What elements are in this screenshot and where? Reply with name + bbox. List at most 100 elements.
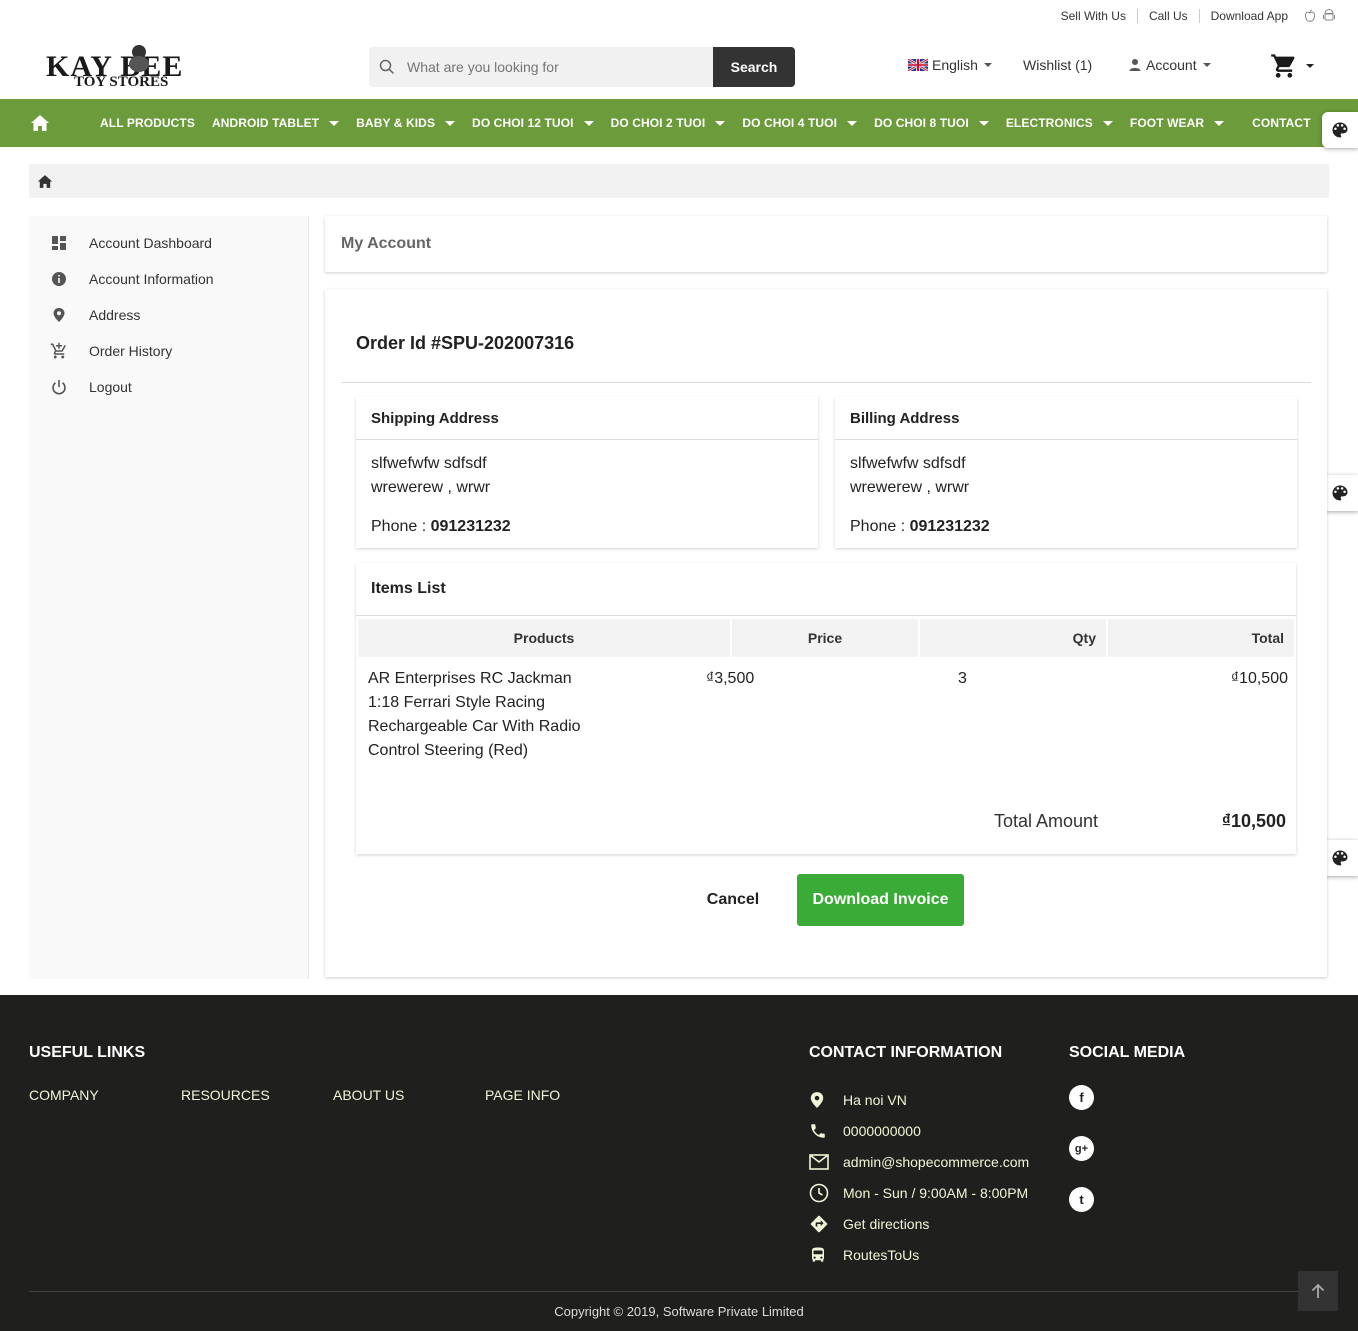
palette-icon xyxy=(1332,485,1348,501)
breadcrumb xyxy=(29,164,1329,198)
search-icon xyxy=(379,59,395,75)
language-selector[interactable]: English xyxy=(908,57,992,73)
nav-item-contact[interactable]: CONTACT xyxy=(1252,116,1310,130)
theme-palette-button[interactable] xyxy=(1322,112,1358,148)
column-header-price: Price xyxy=(732,619,918,657)
facebook-icon[interactable]: f xyxy=(1069,1085,1094,1110)
product-name[interactable]: AR Enterprises RC Jackman 1:18 Ferrari S… xyxy=(368,667,588,763)
nav-item-do-choi-8-tuoi[interactable]: DO CHOI 8 TUOI xyxy=(874,116,989,130)
nav-menu: ALL PRODUCTS ANDROID TABLET BABY & KIDS … xyxy=(100,116,1328,130)
order-id-heading: Order Id #SPU-202007316 xyxy=(356,333,575,353)
sidebar-item-logout[interactable]: Logout xyxy=(29,369,308,405)
nav-item-all-products[interactable]: ALL PRODUCTS xyxy=(100,116,195,130)
download-app-link[interactable]: Download App xyxy=(1198,9,1299,23)
items-list-card: Items List Products Price Qty Total AR E… xyxy=(356,563,1296,854)
theme-palette-button[interactable] xyxy=(1322,840,1358,876)
wishlist-label: Wishlist (1) xyxy=(1023,57,1093,73)
uk-flag-icon xyxy=(908,59,928,71)
nav-item-do-choi-4-tuoi[interactable]: DO CHOI 4 TUOI xyxy=(742,116,858,130)
apple-icon[interactable] xyxy=(1303,9,1317,23)
chevron-down-icon xyxy=(583,120,594,126)
android-icon[interactable] xyxy=(1322,9,1336,23)
sidebar-item-account-information[interactable]: Account Information xyxy=(29,261,308,297)
main-nav: ALL PRODUCTS ANDROID TABLET BABY & KIDS … xyxy=(0,99,1358,147)
contact-phone[interactable]: 0000000000 xyxy=(809,1115,1029,1146)
call-us-link[interactable]: Call Us xyxy=(1136,9,1199,23)
info-icon xyxy=(52,272,66,286)
shipping-address-line: wrewerew , wrwr xyxy=(371,479,491,496)
app-icons xyxy=(1303,9,1336,23)
total-amount-label: Total Amount xyxy=(993,811,1098,831)
download-invoice-button[interactable]: Download Invoice xyxy=(797,874,964,926)
billing-phone: Phone : 091231232 xyxy=(850,518,990,535)
footer-link-page-info[interactable]: PAGE INFO xyxy=(485,1087,637,1103)
language-label: English xyxy=(932,57,978,73)
useful-links: COMPANY RESOURCES ABOUT US PAGE INFO xyxy=(29,1087,637,1103)
chevron-down-icon xyxy=(983,63,992,67)
chevron-down-icon xyxy=(1102,120,1113,126)
footer-link-company[interactable]: COMPANY xyxy=(29,1087,181,1103)
copyright: Copyright © 2019, Software Private Limit… xyxy=(554,1304,804,1319)
home-link[interactable] xyxy=(0,114,80,132)
header: KAY BEE TOY STORES Search English Wishli… xyxy=(0,32,1358,99)
search-input[interactable] xyxy=(407,59,697,75)
shipping-phone-value: 091231232 xyxy=(430,518,511,535)
palette-icon xyxy=(1332,122,1348,138)
contact-address: Ha noi VN xyxy=(809,1084,1029,1115)
total-amount-row: Total Amount ₫10,500 xyxy=(356,811,1296,837)
nav-item-baby-kids[interactable]: BABY & KIDS xyxy=(356,116,456,130)
kaybee-logo[interactable]: KAY BEE TOY STORES xyxy=(44,42,238,90)
home-icon[interactable] xyxy=(37,174,53,189)
footer: USEFUL LINKS COMPANY RESOURCES ABOUT US … xyxy=(0,995,1358,1331)
contact-directions[interactable]: Get directions xyxy=(809,1208,1029,1239)
social-links: f g+ t xyxy=(1069,1085,1094,1238)
items-list-title: Items List xyxy=(356,563,1296,616)
sidebar-item-label: Account Information xyxy=(89,271,214,287)
chevron-down-icon xyxy=(847,120,858,126)
nav-item-electronics[interactable]: ELECTRONICS xyxy=(1006,116,1113,130)
footer-divider xyxy=(29,1291,1329,1292)
contact-information-title: CONTACT INFORMATION xyxy=(809,1044,1003,1061)
sidebar-item-label: Logout xyxy=(89,379,132,395)
nav-item-do-choi-2-tuoi[interactable]: DO CHOI 2 TUOI xyxy=(611,116,726,130)
sell-with-us-link[interactable]: Sell With Us xyxy=(1050,9,1137,23)
cart-button[interactable] xyxy=(1270,52,1314,80)
product-qty: 3 xyxy=(958,670,967,687)
contact-routes[interactable]: RoutesToUs xyxy=(809,1239,1029,1270)
cancel-button[interactable]: Cancel xyxy=(693,874,773,926)
wishlist-link[interactable]: Wishlist (1) xyxy=(1023,57,1092,73)
column-header-total: Total xyxy=(1108,619,1294,657)
nav-item-do-choi-12-tuoi[interactable]: DO CHOI 12 TUOI xyxy=(472,116,594,130)
sidebar-item-order-history[interactable]: Order History xyxy=(29,333,308,369)
contact-email[interactable]: admin@shopecommerce.com xyxy=(809,1146,1029,1177)
scroll-to-top-button[interactable] xyxy=(1298,1271,1338,1311)
twitter-icon[interactable]: t xyxy=(1069,1187,1094,1212)
billing-address-line: wrewerew , wrwr xyxy=(850,479,970,496)
nav-item-foot-wear[interactable]: FOOT WEAR xyxy=(1130,116,1225,130)
shipping-phone: Phone : 091231232 xyxy=(371,518,511,535)
shipping-address-title: Shipping Address xyxy=(356,397,818,440)
search-bar: Search xyxy=(369,47,795,87)
nav-item-android-tablet[interactable]: ANDROID TABLET xyxy=(212,116,340,130)
billing-name: slfwefwfw sdfsdf xyxy=(850,455,966,472)
billing-address-card: Billing Address slfwefwfw sdfsdf wrewere… xyxy=(835,397,1297,548)
total-amount-value: ₫10,500 xyxy=(1221,811,1286,831)
sidebar-item-label: Address xyxy=(89,307,141,323)
footer-link-resources[interactable]: RESOURCES xyxy=(181,1087,333,1103)
order-actions: Cancel Download Invoice xyxy=(325,874,1327,926)
svg-text:TOY STORES: TOY STORES xyxy=(74,74,168,88)
power-icon xyxy=(52,380,66,395)
product-total: ₫10,500 xyxy=(1230,670,1288,687)
chevron-down-icon xyxy=(1214,120,1225,126)
account-menu[interactable]: Account xyxy=(1128,57,1211,73)
divider xyxy=(341,382,1311,383)
home-icon xyxy=(31,115,49,131)
sidebar-item-address[interactable]: Address xyxy=(29,297,308,333)
palette-icon xyxy=(1332,850,1348,866)
search-button[interactable]: Search xyxy=(713,47,795,87)
sidebar-item-dashboard[interactable]: Account Dashboard xyxy=(29,225,308,261)
shipping-address-card: Shipping Address slfwefwfw sdfsdf wrewer… xyxy=(356,397,818,548)
google-plus-icon[interactable]: g+ xyxy=(1069,1136,1094,1161)
footer-link-about-us[interactable]: ABOUT US xyxy=(333,1087,485,1103)
theme-palette-button[interactable] xyxy=(1322,475,1358,511)
